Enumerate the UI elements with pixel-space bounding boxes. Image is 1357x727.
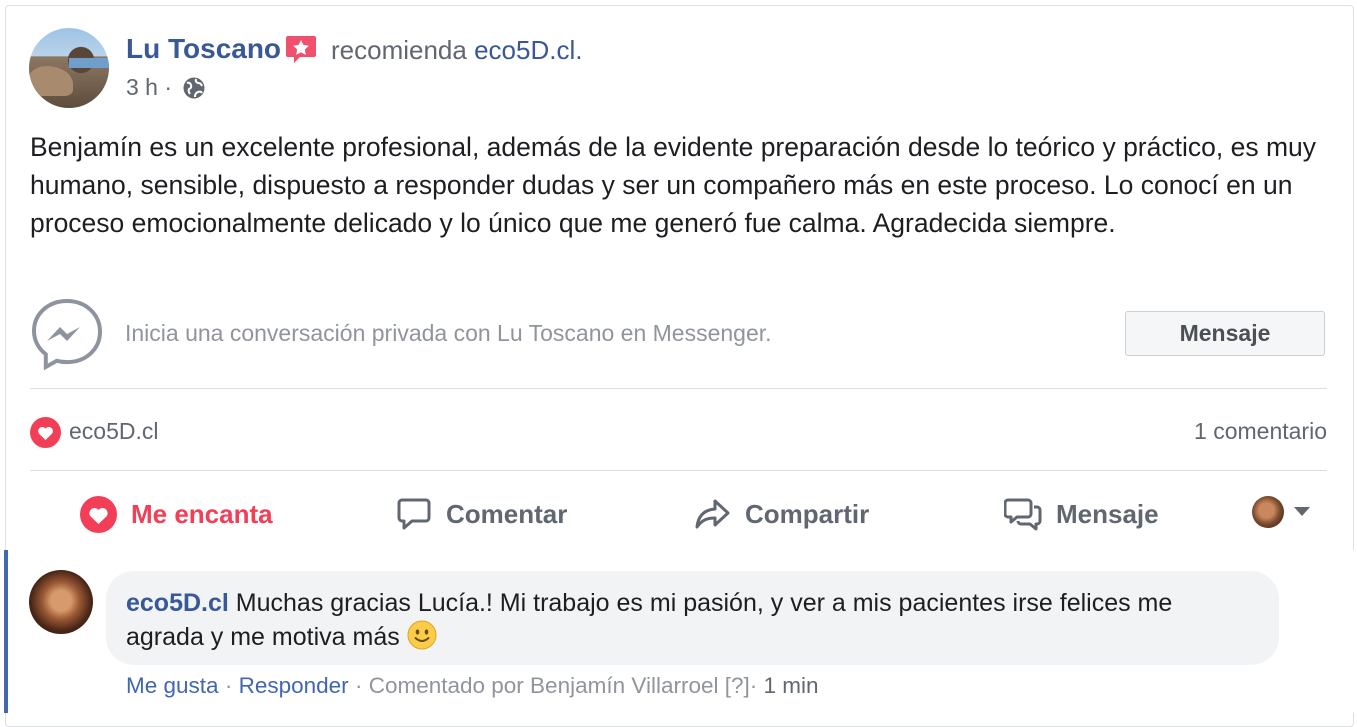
comment-time[interactable]: 1 min	[764, 673, 819, 698]
chevron-down-icon[interactable]	[1294, 507, 1310, 516]
comment-text: Muchas gracias Lucía.! Mi trabajo es mi …	[126, 589, 1173, 651]
love-reaction-icon[interactable]	[30, 417, 61, 448]
commenter-avatar[interactable]	[29, 570, 93, 634]
comment-count[interactable]: 1 comentario	[1194, 418, 1327, 445]
globe-icon[interactable]	[182, 76, 206, 100]
commenter-name[interactable]: eco5D.cl	[126, 589, 229, 617]
send-message-button[interactable]: Mensaje	[1125, 311, 1325, 356]
love-label: Me encanta	[131, 498, 273, 529]
message-action-label: Mensaje	[1056, 498, 1159, 529]
messenger-icon	[31, 298, 103, 371]
help-marker[interactable]: [?]	[725, 673, 750, 698]
smile-emoji-icon	[407, 620, 437, 650]
recommends-word: recomienda	[331, 35, 467, 65]
comment-icon	[397, 498, 431, 530]
page-avatar-selector[interactable]	[1252, 496, 1284, 528]
share-label: Compartir	[745, 498, 870, 529]
reply-comment-link[interactable]: Responder	[239, 673, 349, 698]
divider	[30, 388, 1327, 389]
love-button[interactable]: Me encanta	[80, 495, 273, 533]
like-comment-link[interactable]: Me gusta	[126, 673, 219, 698]
separator: ·	[354, 673, 363, 698]
comment-label: Comentar	[446, 498, 568, 529]
share-button[interactable]: Compartir	[694, 495, 869, 533]
commented-by-text: Comentado por Benjamín Villarroel	[368, 673, 719, 698]
recommendation-text: recomienda eco5D.cl.	[331, 35, 582, 66]
comment-button[interactable]: Comentar	[396, 495, 567, 533]
recommended-page-link[interactable]: eco5D.cl.	[474, 35, 582, 65]
messenger-prompt: Inicia una conversación privada con Lu T…	[125, 320, 772, 346]
message-action-button[interactable]: Mensaje	[1004, 495, 1159, 533]
author-name[interactable]: Lu Toscano	[126, 33, 281, 65]
post-time[interactable]: 3 h	[126, 74, 158, 100]
separator: ·	[749, 673, 758, 698]
reactor-name[interactable]: eco5D.cl	[69, 418, 158, 445]
message-icon	[1004, 498, 1042, 531]
comment-highlight-bar	[4, 550, 8, 713]
heart-icon	[80, 495, 117, 533]
share-icon	[695, 499, 730, 529]
post-meta: 3 h ·	[126, 74, 172, 101]
comment-bubble: eco5D.cl Muchas gracias Lucía.! Mi traba…	[106, 571, 1279, 665]
recommend-badge-icon	[286, 36, 316, 63]
author-avatar[interactable]	[29, 28, 109, 108]
comment-actions: Me gusta · Responder · Comentado por Ben…	[126, 673, 819, 699]
divider	[30, 470, 1327, 471]
separator: ·	[224, 673, 233, 698]
post-body: Benjamín es un excelente profesional, ad…	[30, 132, 1317, 238]
meta-separator: ·	[164, 74, 173, 100]
